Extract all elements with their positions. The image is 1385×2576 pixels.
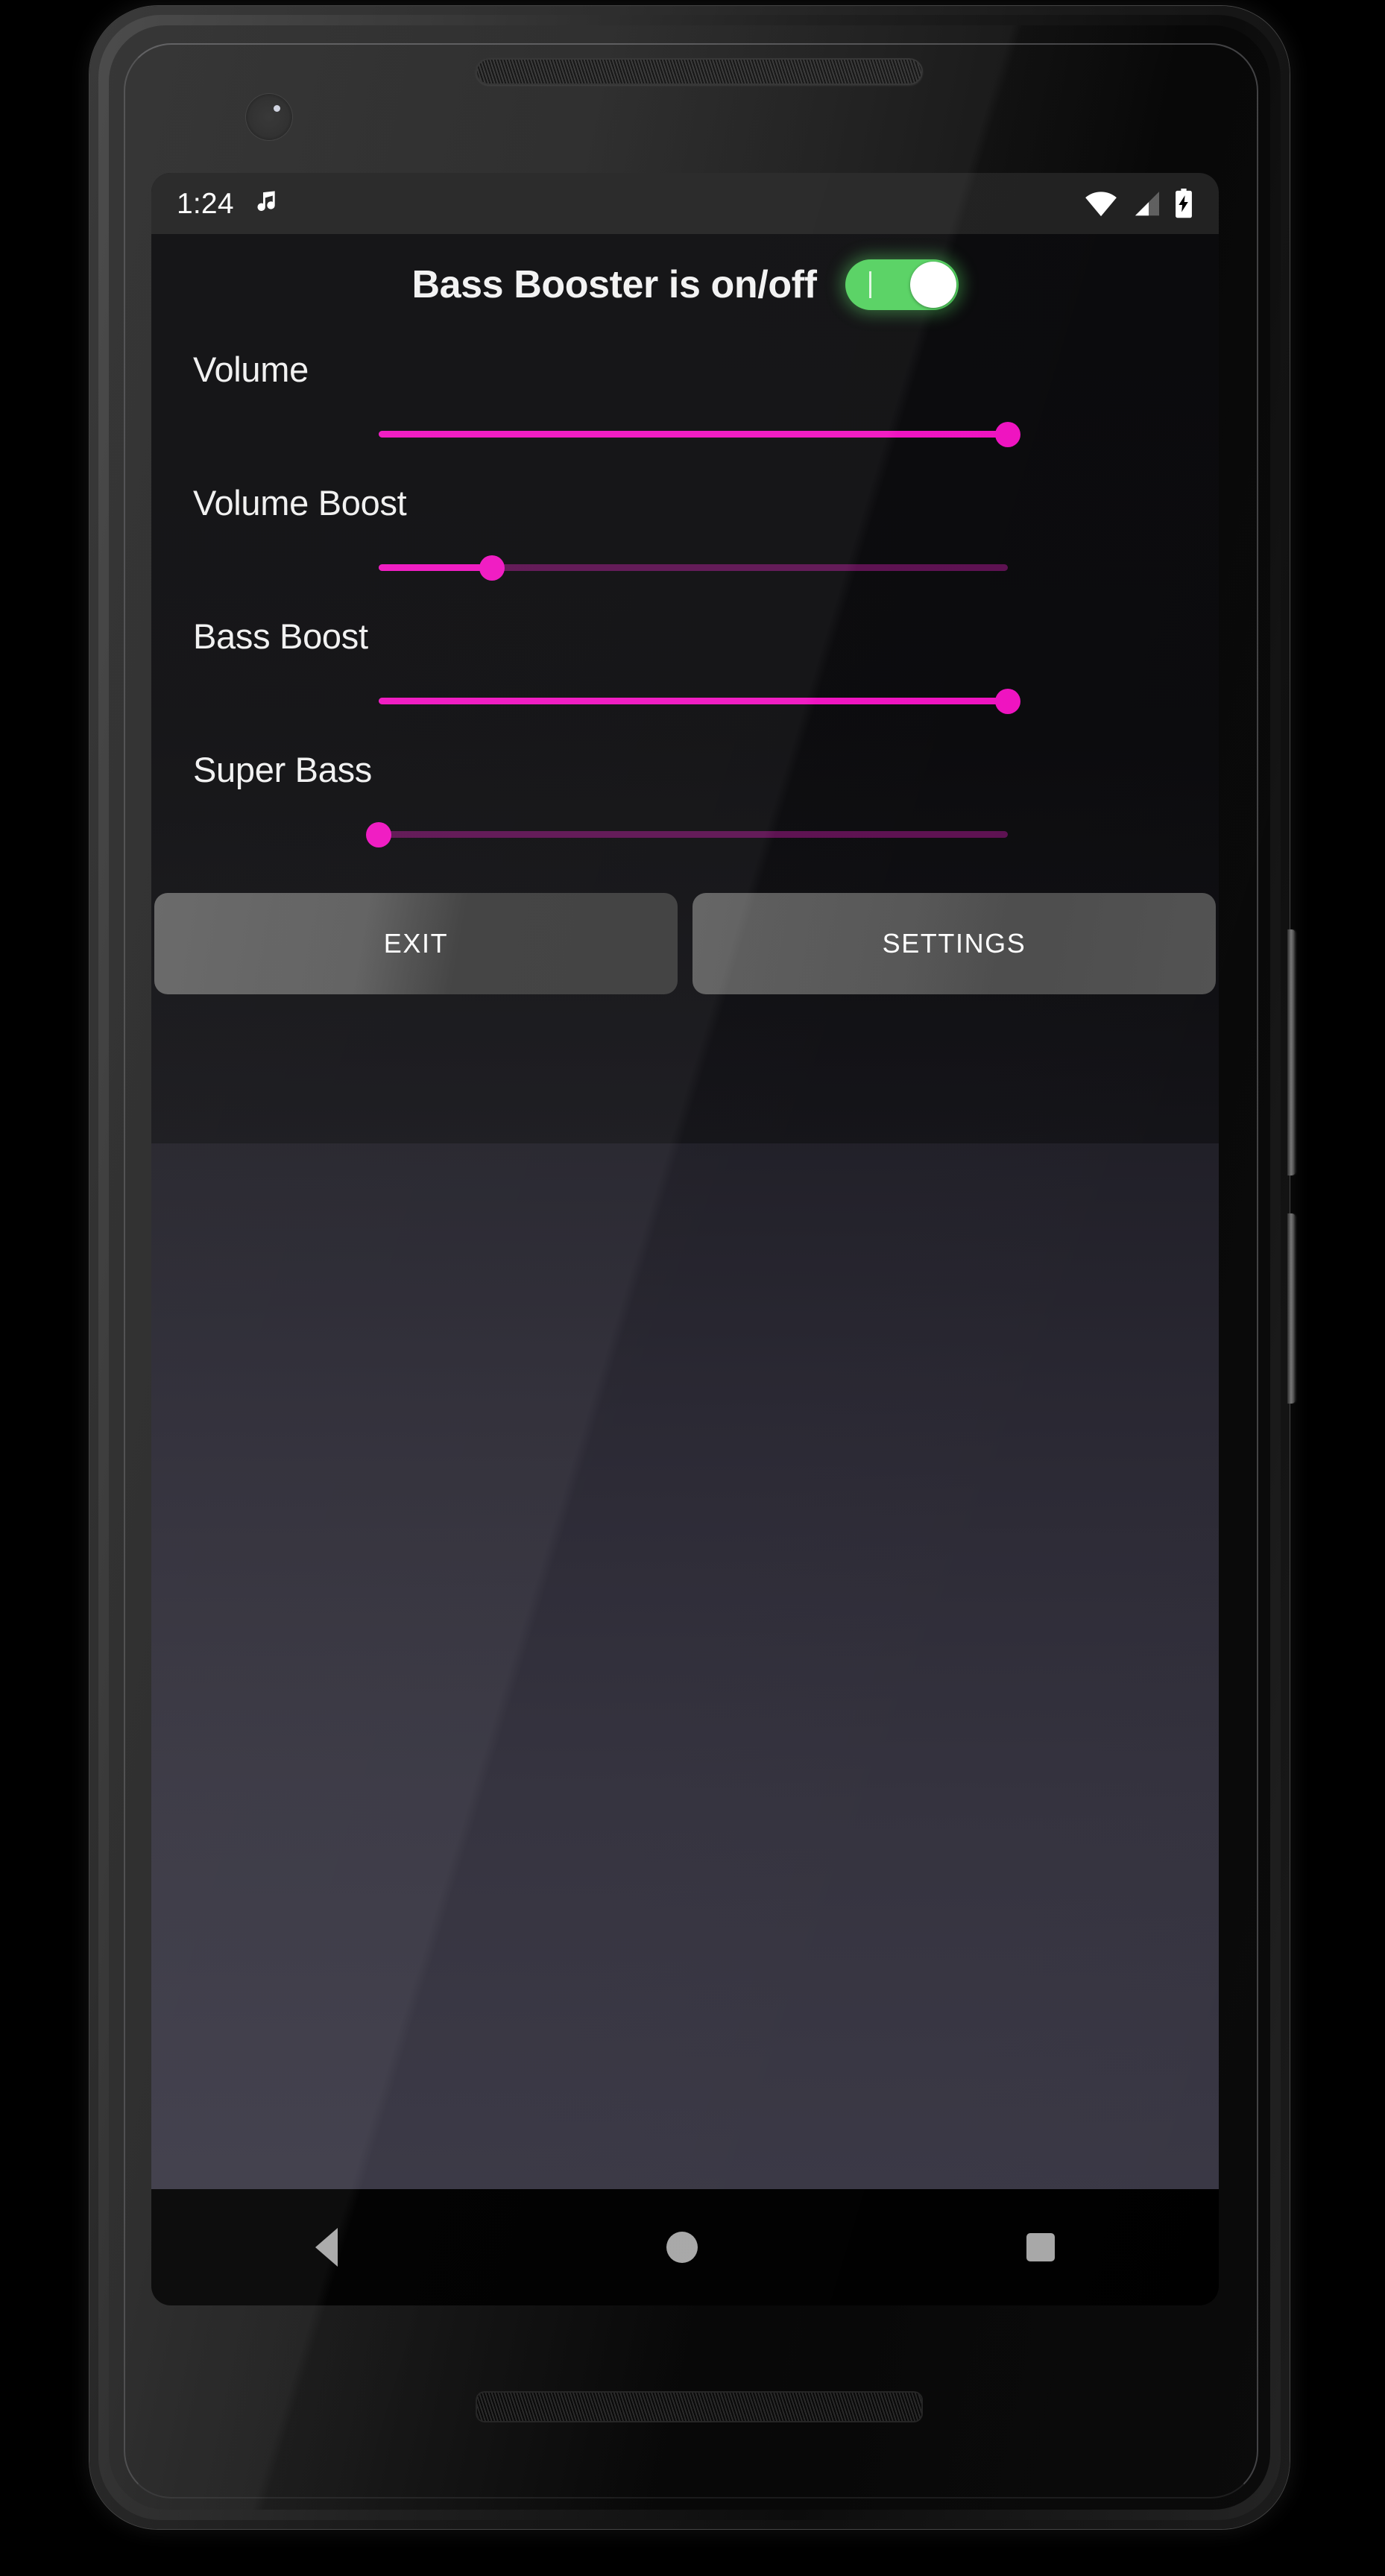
bottom-speaker-icon xyxy=(476,2391,923,2422)
slider-track-fill xyxy=(379,698,1008,704)
nav-back-button[interactable] xyxy=(315,2228,338,2267)
slider-group-volume-boost: Volume Boost xyxy=(151,482,1219,586)
app-background: Bass Booster is on/off Volume Volume Boo… xyxy=(151,234,1219,2189)
slider-label-volume-boost: Volume Boost xyxy=(193,483,407,523)
android-navigation-bar xyxy=(151,2189,1219,2305)
slider-track-background xyxy=(379,831,1008,838)
cellular-signal-icon xyxy=(1131,190,1161,217)
nav-recents-button[interactable] xyxy=(1026,2233,1055,2261)
slider-track-super-bass[interactable] xyxy=(366,821,1008,847)
slider-label-volume: Volume xyxy=(193,350,309,389)
slider-group-bass-boost: Bass Boost xyxy=(151,616,1219,719)
bass-booster-power-toggle[interactable] xyxy=(845,259,959,310)
toggle-knob xyxy=(909,262,956,308)
status-clock: 1:24 xyxy=(177,187,234,220)
slider-thumb xyxy=(995,421,1020,447)
slider-track-volume-boost[interactable] xyxy=(379,555,1008,581)
music-note-icon xyxy=(250,188,280,219)
app-content: Bass Booster is on/off Volume Volume Boo… xyxy=(151,234,1219,994)
status-bar: 1:24 xyxy=(151,173,1219,234)
status-bar-right xyxy=(1085,189,1193,218)
slider-group-super-bass: Super Bass xyxy=(151,749,1219,853)
wifi-icon xyxy=(1085,190,1117,217)
slider-label-bass-boost: Bass Boost xyxy=(193,616,368,656)
screenshot-root: 1:24 Bass Booster is on/off Volume Volum… xyxy=(0,0,1385,2576)
slider-track-fill xyxy=(379,431,1008,438)
app-header: Bass Booster is on/off xyxy=(151,259,1219,310)
action-button-row: EXIT SETTINGS xyxy=(151,893,1219,994)
slider-super-bass[interactable] xyxy=(151,817,1219,853)
toggle-tick-icon xyxy=(868,271,871,298)
slider-volume[interactable] xyxy=(151,417,1219,452)
slider-track-bass-boost[interactable] xyxy=(379,688,1020,714)
volume-button[interactable] xyxy=(1287,1213,1296,1404)
earpiece-speaker-icon xyxy=(476,58,923,85)
front-camera-icon xyxy=(245,93,293,141)
slider-thumb xyxy=(479,555,505,581)
slider-label-super-bass: Super Bass xyxy=(193,750,372,789)
slider-bass-boost[interactable] xyxy=(151,684,1219,719)
slider-volume-boost[interactable] xyxy=(151,550,1219,586)
exit-button[interactable]: EXIT xyxy=(154,893,678,994)
battery-charging-icon xyxy=(1174,189,1193,218)
slider-thumb xyxy=(995,688,1020,714)
slider-group-volume: Volume xyxy=(151,349,1219,452)
device-screen: 1:24 Bass Booster is on/off Volume Volum… xyxy=(151,173,1219,2189)
page-title: Bass Booster is on/off xyxy=(411,263,817,306)
slider-track-volume[interactable] xyxy=(379,421,1020,447)
status-bar-left: 1:24 xyxy=(177,188,280,219)
slider-thumb xyxy=(366,821,391,847)
settings-button[interactable]: SETTINGS xyxy=(692,893,1216,994)
power-button[interactable] xyxy=(1287,929,1296,1175)
nav-home-button[interactable] xyxy=(666,2232,698,2263)
slider-track-fill xyxy=(379,564,492,571)
